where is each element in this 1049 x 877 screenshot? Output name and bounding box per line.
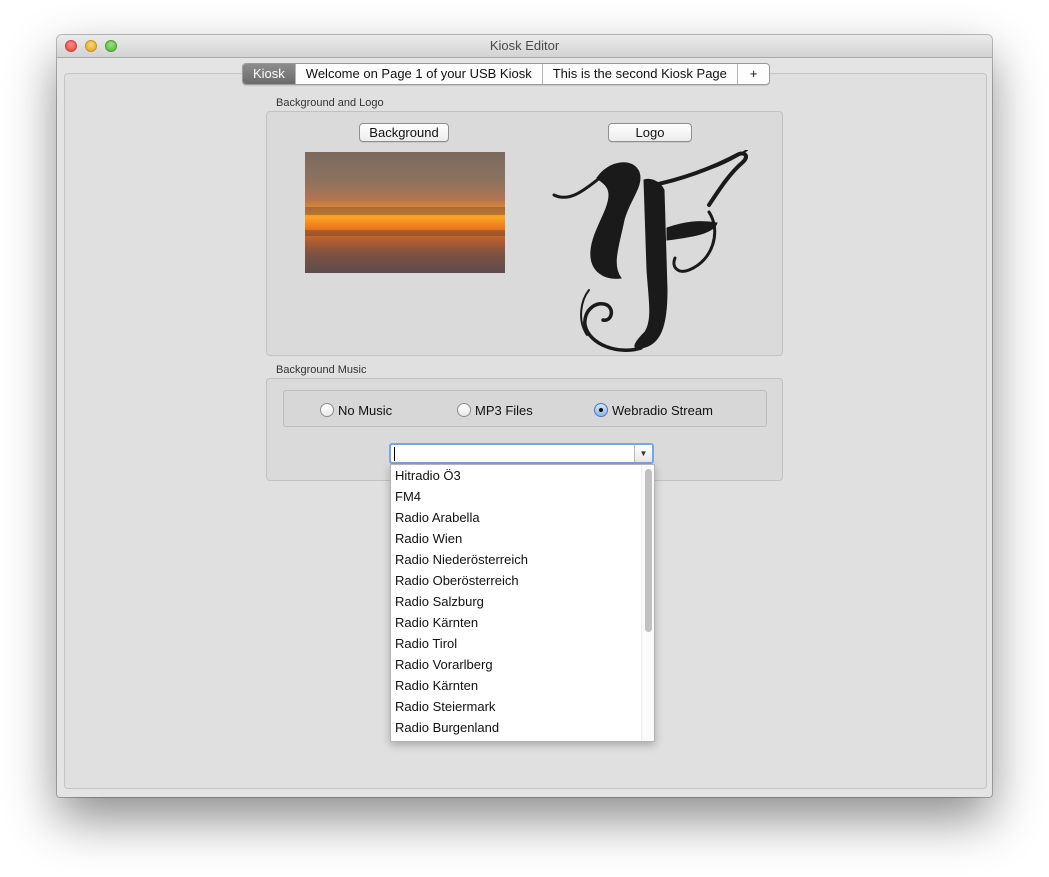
background-logo-group-label: Background and Logo [276, 97, 384, 109]
station-dropdown-list[interactable]: Hitradio Ö3 FM4 Radio Arabella Radio Wien Ra… [390, 464, 655, 742]
radio-webradio-stream-label: Webradio Stream [612, 402, 713, 418]
text-caret [394, 447, 395, 461]
logo-image-preview [552, 150, 748, 352]
tab-page-2[interactable]: This is the second Kiosk Page [543, 64, 738, 84]
radio-icon [457, 403, 471, 417]
tab-kiosk[interactable]: Kiosk [243, 64, 296, 84]
kiosk-editor-window: Kiosk Editor Kiosk Welcome on Page 1 of … [57, 35, 992, 797]
scrollbar-track[interactable] [641, 465, 654, 741]
station-list-item[interactable]: Radio Oberösterreich [391, 570, 654, 591]
background-image-preview [305, 152, 505, 273]
title-bar[interactable]: Kiosk Editor [57, 35, 992, 58]
station-list-item[interactable]: Radio Steiermark [391, 696, 654, 717]
window-title: Kiosk Editor [489, 38, 560, 53]
chevron-down-icon[interactable]: ▼ [634, 445, 652, 462]
tab-page-1[interactable]: Welcome on Page 1 of your USB Kiosk [296, 64, 543, 84]
station-list-item[interactable]: Radio Kärnten [391, 612, 654, 633]
radio-no-music-label: No Music [338, 402, 393, 418]
background-button[interactable]: Background [359, 123, 449, 142]
tab-bar: Kiosk Welcome on Page 1 of your USB Kios… [242, 63, 771, 85]
stream-combo-box[interactable]: ▼ [389, 443, 654, 464]
station-list-item[interactable]: Hitradio Ö3 [391, 465, 654, 486]
scrollbar-thumb[interactable] [645, 469, 652, 632]
station-list-item[interactable]: Radio Vorarlberg [391, 654, 654, 675]
radio-webradio-stream[interactable]: Webradio Stream [594, 402, 713, 418]
station-list-item[interactable]: Radio Salzburg [391, 591, 654, 612]
radio-mp3-files[interactable]: MP3 Files [457, 402, 533, 418]
station-list-item[interactable]: Radio Tirol [391, 633, 654, 654]
station-list-item[interactable]: Radio Kärnten [391, 675, 654, 696]
add-tab-button[interactable]: + [738, 64, 770, 84]
logo-button[interactable]: Logo [608, 123, 692, 142]
station-list-item[interactable]: Radio Niederösterreich [391, 549, 654, 570]
background-music-group-label: Background Music [276, 364, 367, 376]
radio-no-music[interactable]: No Music [320, 402, 392, 418]
station-list-item[interactable]: FM4 [391, 486, 654, 507]
radio-selected-icon [594, 403, 608, 417]
station-list-item[interactable]: Radio Wien [391, 528, 654, 549]
radio-mp3-files-label: MP3 Files [475, 402, 533, 418]
radio-icon [320, 403, 334, 417]
station-list-item[interactable]: Radio Arabella [391, 507, 654, 528]
station-list-item[interactable]: Radio Burgenland [391, 717, 654, 738]
